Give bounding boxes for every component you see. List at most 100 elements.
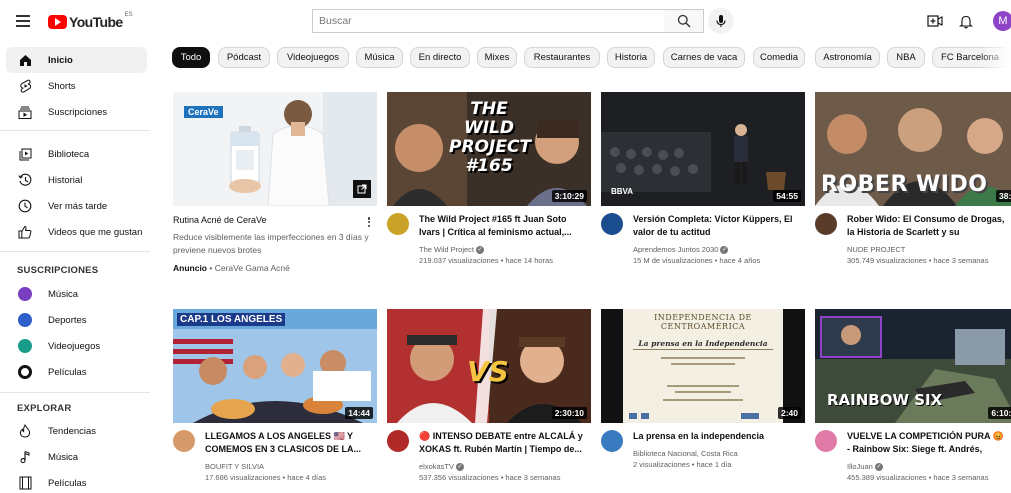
sidebar-item-sub-musica[interactable]: Música <box>6 281 147 307</box>
ad-brand-badge: CeraVe <box>184 106 223 118</box>
sidebar-item-videos-que-me-gustan[interactable]: Videos que me gustan <box>6 219 147 245</box>
chip-comedia[interactable]: Comedia <box>753 47 805 68</box>
video-thumbnail[interactable]: VS 2:30:10 <box>387 309 591 423</box>
chip-podcast[interactable]: Pódcast <box>218 47 270 68</box>
chip-astronomia[interactable]: Astronomía <box>815 47 880 68</box>
account-avatar[interactable]: M <box>993 11 1011 31</box>
notifications-button[interactable] <box>956 11 976 31</box>
channel-avatar[interactable] <box>815 213 837 235</box>
chip-historia[interactable]: Historia <box>607 47 655 68</box>
video-card[interactable]: RAINBOW SIX 6:10:1 VUELVE LA COMPETICIÓN… <box>815 309 1011 493</box>
thumbs-up-icon <box>17 224 33 240</box>
ad-title[interactable]: Rutina Acné de CeraVe <box>173 215 267 225</box>
thumbnail-overlay-text: RAINBOW SIX <box>827 391 943 409</box>
sidebar-item-sub-peliculas[interactable]: Películas <box>6 359 147 385</box>
channel-avatar[interactable] <box>815 430 837 452</box>
video-thumbnail[interactable]: BBVA 54:55 <box>601 92 805 206</box>
search-input[interactable] <box>313 10 664 32</box>
ad-open-link-button[interactable] <box>353 180 371 198</box>
channel-avatar[interactable] <box>387 430 409 452</box>
sidebar-item-sub-videojuegos[interactable]: Videojuegos <box>6 333 147 359</box>
chip-bar-fade <box>980 47 1011 69</box>
thumbnail-overlay-text: VS <box>467 355 509 388</box>
sidebar-item-historial[interactable]: Historial <box>6 167 147 193</box>
chip-todo[interactable]: Todo <box>172 47 210 68</box>
video-thumbnail[interactable]: ROBER WIDO 38:2 <box>815 92 1011 206</box>
chip-videojuegos[interactable]: Videojuegos <box>277 47 349 68</box>
create-button[interactable] <box>925 11 945 31</box>
sidebar-item-explorar-peliculas[interactable]: Películas <box>6 470 147 493</box>
chip-musica[interactable]: Música <box>356 47 403 68</box>
thumbnail-overlay-text: CAP.1 LOS ANGELES <box>177 313 286 326</box>
thumbnail-overlay-text: ROBER WIDO <box>821 172 988 197</box>
sidebar-item-label: Música <box>48 451 79 463</box>
menu-icon[interactable] <box>14 11 34 31</box>
chip-bar: Todo Pódcast Videojuegos Música En direc… <box>172 47 1011 69</box>
masthead: YouTube ES M <box>0 0 1011 42</box>
channel-name[interactable]: elxokasTV <box>419 462 454 471</box>
video-card[interactable]: BBVA 54:55 Versión Completa: Víctor Küpp… <box>601 92 805 282</box>
channel-name[interactable]: Biblioteca Nacional, Costa Rica <box>633 449 738 458</box>
search-button[interactable] <box>664 9 704 33</box>
sidebar-divider <box>0 251 150 252</box>
video-title[interactable]: The Wild Project #165 ft Juan Soto Ivars… <box>419 213 589 238</box>
channel-avatar[interactable] <box>601 430 623 452</box>
sidebar-item-sub-deportes[interactable]: Deportes <box>6 307 147 333</box>
sidebar-item-biblioteca[interactable]: Biblioteca <box>6 141 147 167</box>
chip-en-directo[interactable]: En directo <box>410 47 470 68</box>
video-meta: 455.389 visualizaciones • hace 3 semanas <box>847 473 989 482</box>
video-card[interactable]: CAP.1 LOS ANGELES 14:44 LLEGAMOS A LOS A… <box>173 309 377 493</box>
channel-name[interactable]: BOUFIT Y SILVIA <box>205 462 264 471</box>
chip-carnes-de-vaca[interactable]: Carnes de vaca <box>663 47 745 68</box>
ad-thumbnail[interactable]: CeraVe <box>173 92 377 206</box>
channel-name-row: NUDE PROJECT <box>847 245 905 254</box>
voice-search-button[interactable] <box>708 8 734 34</box>
video-card[interactable]: THE WILD PROJECT #165 3:10:29 The Wild P… <box>387 92 591 282</box>
video-thumbnail[interactable]: RAINBOW SIX 6:10:1 <box>815 309 1011 423</box>
sidebar-divider <box>0 392 150 393</box>
ad-sponsor[interactable]: CeraVe Gama Acné <box>215 263 290 273</box>
channel-name-row: IlloJuan ✓ <box>847 462 883 472</box>
channel-avatar[interactable] <box>173 430 195 452</box>
create-video-icon <box>927 15 943 27</box>
sidebar-item-label: Música <box>48 288 79 300</box>
video-title[interactable]: VUELVE LA COMPETICIÓN PURA 😡 - Rainbow S… <box>847 430 1009 455</box>
video-thumbnail[interactable]: THE WILD PROJECT #165 3:10:29 <box>387 92 591 206</box>
video-title[interactable]: LLEGAMOS A LOS ANGELES 🇺🇸 Y COMEMOS EN 3… <box>205 430 375 455</box>
channel-name[interactable]: Aprendemos Juntos 2030 <box>633 245 718 254</box>
video-thumbnail[interactable]: CAP.1 LOS ANGELES 14:44 <box>173 309 377 423</box>
music-channel-avatar <box>18 287 32 301</box>
channel-avatar[interactable] <box>387 213 409 235</box>
channel-avatar[interactable] <box>601 213 623 235</box>
sidebar-item-inicio[interactable]: Inicio <box>6 47 147 73</box>
channel-name[interactable]: The Wild Project <box>419 245 474 254</box>
movies-channel-avatar <box>18 365 32 379</box>
sidebar-item-ver-mas-tarde[interactable]: Ver más tarde <box>6 193 147 219</box>
ad-card[interactable]: CeraVe Rutina Acné de CeraVe Reduce visi… <box>173 92 377 282</box>
chip-restaurantes[interactable]: Restaurantes <box>524 47 600 68</box>
sidebar-item-suscripciones[interactable]: Suscripciones <box>6 99 147 125</box>
video-card[interactable]: VS 2:30:10 🔴 INTENSO DEBATE entre ALCALÁ… <box>387 309 591 493</box>
video-card[interactable]: INDEPENDENCIA DE CENTROAMÉRICA La prensa… <box>601 309 805 493</box>
sidebar-divider <box>0 130 150 131</box>
video-card[interactable]: ROBER WIDO 38:2 Rober Wido: El Consumo d… <box>815 92 1011 282</box>
search-box <box>312 9 665 33</box>
channel-name[interactable]: IlloJuan <box>847 462 873 471</box>
chip-mixes[interactable]: Mixes <box>477 47 517 68</box>
channel-name[interactable]: NUDE PROJECT <box>847 245 905 254</box>
sidebar-item-shorts[interactable]: Shorts <box>6 73 147 99</box>
sidebar-item-explorar-musica[interactable]: Música <box>6 444 147 470</box>
logo-region: ES <box>124 12 133 18</box>
chip-nba[interactable]: NBA <box>887 47 925 68</box>
youtube-logo[interactable]: YouTube ES <box>48 12 133 32</box>
video-meta: 15 M de visualizaciones • hace 4 años <box>633 256 761 265</box>
video-title[interactable]: La prensa en la independencia <box>633 430 803 443</box>
video-title[interactable]: Rober Wido: El Consumo de Drogas, la His… <box>847 213 1009 238</box>
sidebar-item-label: Ver más tarde <box>48 200 108 212</box>
ad-description: Reduce visiblemente las imperfecciones e… <box>173 232 369 255</box>
ad-more-options-icon[interactable] <box>364 215 374 229</box>
sidebar-item-tendencias[interactable]: Tendencias <box>6 418 147 444</box>
video-title[interactable]: Versión Completa: Víctor Küppers, El val… <box>633 213 803 238</box>
video-thumbnail[interactable]: INDEPENDENCIA DE CENTROAMÉRICA La prensa… <box>601 309 805 423</box>
video-title[interactable]: 🔴 INTENSO DEBATE entre ALCALÁ y XOKAS ft… <box>419 430 589 455</box>
